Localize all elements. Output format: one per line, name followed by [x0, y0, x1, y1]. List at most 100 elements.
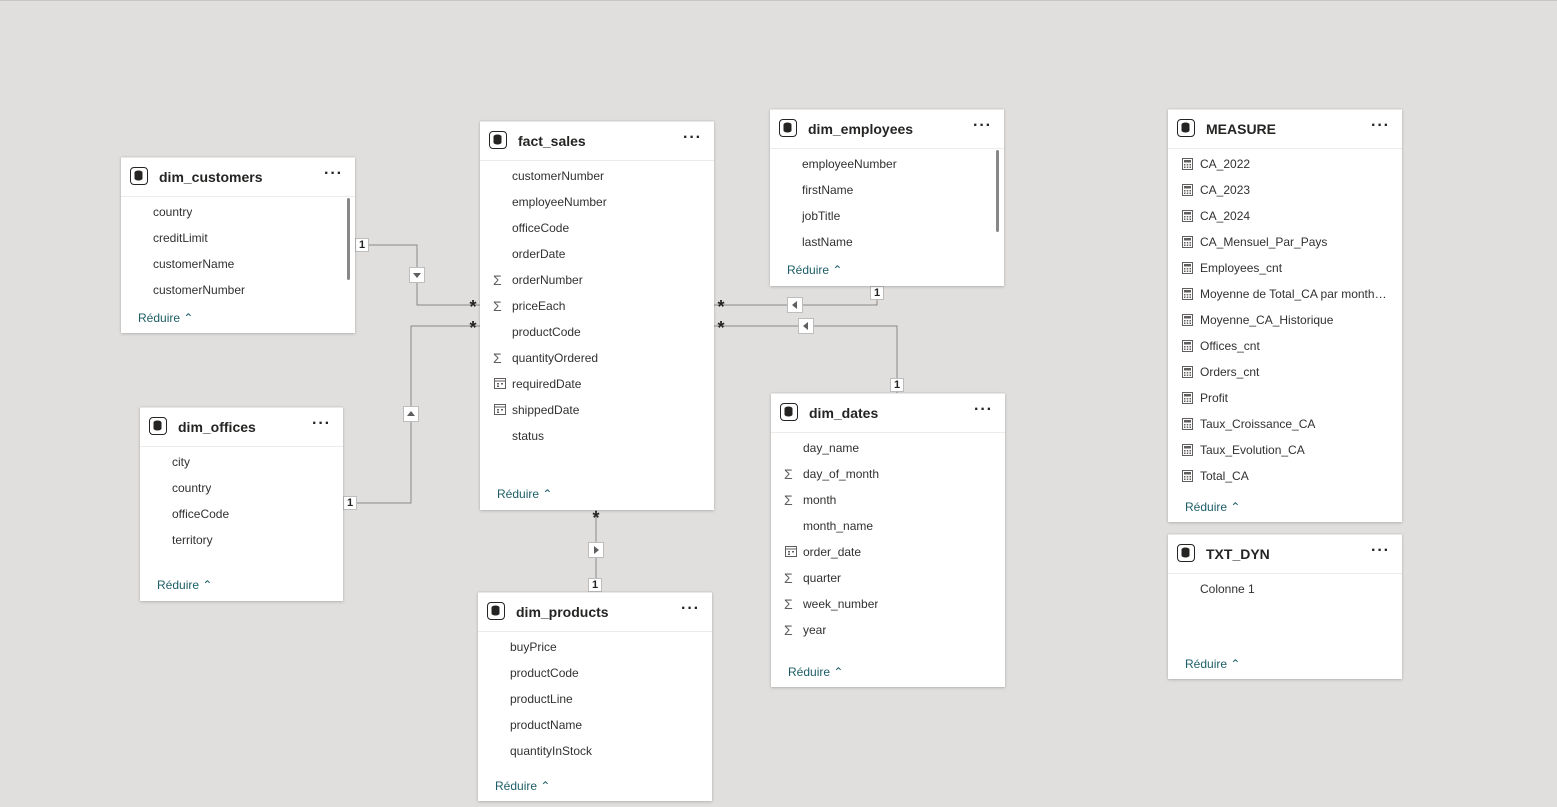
field-row[interactable]: quarter: [803, 565, 841, 591]
field-row[interactable]: month: [803, 487, 836, 513]
field-row[interactable]: creditLimit: [153, 225, 208, 251]
database-icon: [149, 417, 167, 435]
chevron-up-icon: ⌃: [542, 487, 553, 501]
table-card-dim-offices[interactable]: dim_offices ··· city country officeCode …: [140, 407, 343, 601]
more-icon[interactable]: ···: [683, 129, 702, 147]
card-header[interactable]: dim_customers ···: [121, 158, 355, 197]
collapse-button[interactable]: Réduire ⌃: [1185, 657, 1240, 671]
field-row[interactable]: buyPrice: [510, 634, 557, 660]
field-row[interactable]: productCode: [512, 319, 581, 345]
table-card-txt-dyn[interactable]: TXT_DYN ··· Colonne 1 Réduire ⌃: [1168, 534, 1402, 679]
filter-direction-left-icon[interactable]: [787, 297, 803, 313]
more-icon[interactable]: ···: [1371, 117, 1390, 135]
chevron-up-icon: ⌃: [833, 665, 844, 679]
field-row[interactable]: Total_CA: [1200, 463, 1390, 489]
field-row[interactable]: country: [172, 475, 211, 501]
field-row[interactable]: employeeNumber: [802, 151, 897, 177]
field-row[interactable]: requiredDate: [512, 371, 581, 397]
collapse-button[interactable]: Réduire ⌃: [788, 665, 843, 679]
filter-direction-right-icon[interactable]: [588, 542, 604, 558]
chevron-up-icon: ⌃: [540, 779, 551, 793]
more-icon[interactable]: ···: [974, 401, 993, 419]
card-header[interactable]: dim_offices ···: [140, 408, 343, 447]
calculator-icon: [1182, 314, 1193, 326]
collapse-button[interactable]: Réduire ⌃: [495, 779, 550, 793]
field-row[interactable]: Moyenne de Total_CA par month_...: [1200, 281, 1390, 307]
field-row[interactable]: CA_2024: [1200, 203, 1390, 229]
field-row[interactable]: status: [512, 423, 544, 449]
field-row[interactable]: quantityOrdered: [512, 345, 598, 371]
collapse-button[interactable]: Réduire ⌃: [157, 578, 212, 592]
field-row[interactable]: employeeNumber: [512, 189, 607, 215]
collapse-button[interactable]: Réduire ⌃: [787, 263, 842, 277]
filter-direction-left-icon[interactable]: [798, 318, 814, 334]
field-row[interactable]: customerNumber: [512, 163, 604, 189]
field-row[interactable]: lastName: [802, 229, 853, 255]
table-card-dim-dates[interactable]: dim_dates ··· day_name Σ day_of_month Σ …: [771, 393, 1005, 687]
field-row[interactable]: productLine: [510, 686, 573, 712]
field-row[interactable]: Orders_cnt: [1200, 359, 1390, 385]
field-row[interactable]: country: [153, 199, 192, 225]
field-row[interactable]: Colonne 1: [1200, 576, 1255, 602]
field-row[interactable]: quantityInStock: [510, 738, 592, 764]
card-header[interactable]: TXT_DYN ···: [1168, 535, 1402, 574]
table-card-dim-customers[interactable]: dim_customers ··· country creditLimit cu…: [121, 157, 355, 333]
card-header[interactable]: fact_sales ···: [480, 122, 714, 161]
field-row[interactable]: week_number: [803, 591, 878, 617]
table-card-measure[interactable]: MEASURE ··· Réduire ⌃ CA_2022 CA_2023 CA_2…: [1168, 109, 1402, 522]
field-row[interactable]: priceEach: [512, 293, 565, 319]
field-row[interactable]: territory: [172, 527, 213, 553]
more-icon[interactable]: ···: [1371, 542, 1390, 560]
more-icon[interactable]: ···: [324, 165, 343, 183]
card-header[interactable]: MEASURE ···: [1168, 110, 1402, 149]
field-row[interactable]: Offices_cnt: [1200, 333, 1390, 359]
field-row[interactable]: year: [803, 617, 826, 643]
chevron-up-icon: ⌃: [202, 578, 213, 592]
scrollbar[interactable]: [996, 150, 999, 232]
collapse-button[interactable]: Réduire ⌃: [497, 487, 552, 501]
collapse-label: Réduire: [138, 311, 181, 325]
field-row[interactable]: Taux_Croissance_CA: [1200, 411, 1390, 437]
field-row[interactable]: CA_Mensuel_Par_Pays: [1200, 229, 1390, 255]
table-card-dim-products[interactable]: dim_products ··· buyPrice productCode pr…: [478, 592, 712, 801]
calendar-icon: [494, 404, 506, 415]
table-card-fact-sales[interactable]: fact_sales ··· customerNumber employeeNu…: [480, 121, 714, 510]
scrollbar[interactable]: [347, 198, 350, 280]
field-row[interactable]: city: [172, 449, 190, 475]
field-row[interactable]: Moyenne_CA_Historique: [1200, 307, 1390, 333]
collapse-label: Réduire: [787, 263, 830, 277]
more-icon[interactable]: ···: [973, 117, 992, 135]
field-row[interactable]: Profit: [1200, 385, 1390, 411]
collapse-button[interactable]: Réduire ⌃: [138, 311, 193, 325]
field-row[interactable]: shippedDate: [512, 397, 579, 423]
field-row[interactable]: day_of_month: [803, 461, 879, 487]
field-row[interactable]: jobTitle: [802, 203, 840, 229]
field-row[interactable]: Taux_Evolution_CA: [1200, 437, 1390, 463]
table-card-dim-employees[interactable]: dim_employees ··· employeeNumber firstNa…: [770, 109, 1004, 286]
field-row[interactable]: order_date: [803, 539, 861, 565]
field-row[interactable]: month_name: [803, 513, 873, 539]
collapse-label: Réduire: [1185, 500, 1228, 514]
cardinality-many-offices: *: [469, 318, 477, 338]
field-row[interactable]: day_name: [803, 435, 859, 461]
field-row[interactable]: officeCode: [512, 215, 569, 241]
field-row[interactable]: customerNumber: [153, 277, 245, 303]
field-row[interactable]: firstName: [802, 177, 853, 203]
card-header[interactable]: dim_products ···: [478, 593, 712, 632]
field-row[interactable]: Employees_cnt: [1200, 255, 1390, 281]
field-row[interactable]: officeCode: [172, 501, 229, 527]
field-row[interactable]: CA_2023: [1200, 177, 1390, 203]
field-row[interactable]: orderDate: [512, 241, 565, 267]
field-row[interactable]: orderNumber: [512, 267, 583, 293]
more-icon[interactable]: ···: [681, 600, 700, 618]
more-icon[interactable]: ···: [312, 415, 331, 433]
field-row[interactable]: productName: [510, 712, 582, 738]
field-row[interactable]: CA_2022: [1200, 151, 1390, 177]
card-header[interactable]: dim_employees ···: [770, 110, 1004, 149]
collapse-button[interactable]: Réduire ⌃: [1185, 500, 1240, 514]
field-row[interactable]: productCode: [510, 660, 579, 686]
card-header[interactable]: dim_dates ···: [771, 394, 1005, 433]
field-row[interactable]: customerName: [153, 251, 234, 277]
filter-direction-up-icon[interactable]: [403, 406, 419, 422]
filter-direction-down-icon[interactable]: [409, 267, 425, 283]
